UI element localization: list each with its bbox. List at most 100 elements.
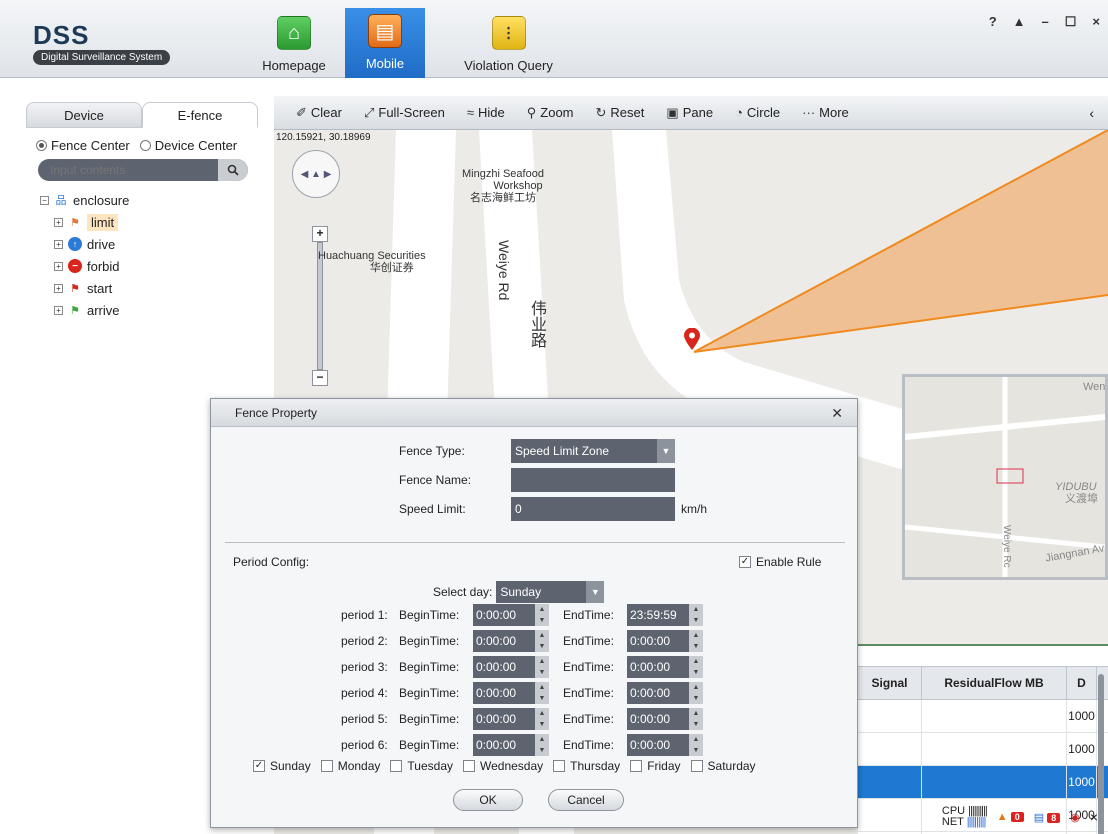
hide-button[interactable]: ≈ Hide <box>467 105 505 120</box>
end-time-field[interactable]: 0:00:00 ▲ ▼ <box>627 734 703 756</box>
tree-item-limit[interactable]: + ⚑ limit <box>40 211 258 233</box>
tree-root[interactable]: − 品 enclosure <box>40 189 258 211</box>
checkbox[interactable] <box>320 760 333 772</box>
spinner-icon[interactable]: ▲ ▼ <box>535 630 549 652</box>
help-button[interactable]: ? <box>989 14 997 30</box>
end-time-field[interactable]: 0:00:00 ▲ ▼ <box>627 708 703 730</box>
overview-map[interactable]: YIDUBU 义渡埠 Jiangnan Ave Wen Weiye Rc <box>902 374 1108 580</box>
module-mobile[interactable]: ▤ Mobile <box>345 8 425 78</box>
spinner-icon[interactable]: ▲ ▼ <box>535 734 549 756</box>
minimize-button[interactable]: – <box>1042 14 1049 30</box>
circle-button[interactable]: ◔ Circle <box>735 105 780 120</box>
radio-fence-center[interactable] <box>36 140 47 151</box>
spinner-icon[interactable]: ▲ ▼ <box>689 734 703 756</box>
collapse-icon[interactable]: − <box>40 195 49 205</box>
col-signal[interactable]: Signal <box>858 667 922 699</box>
fence-type-select[interactable]: Speed Limit Zone ▼ <box>511 439 675 463</box>
tab-e-fence[interactable]: E-fence <box>142 102 258 128</box>
search-input[interactable] <box>38 159 208 181</box>
day-sunday[interactable]: ✓ Sunday <box>253 759 311 773</box>
pane-button[interactable]: ▣ Pane <box>666 105 713 121</box>
spinner-icon[interactable]: ▲ ▼ <box>689 656 703 678</box>
table-row-selected[interactable]: 1000 <box>858 766 1108 799</box>
alarm-button[interactable]: ▲ 0 <box>997 811 1024 823</box>
day-thursday[interactable]: Thursday <box>553 759 620 773</box>
expand-icon[interactable]: + <box>54 305 63 315</box>
pan-control[interactable]: ◀ ▲ ▶ <box>292 150 340 198</box>
day-friday[interactable]: Friday <box>630 759 681 773</box>
fence-tree: − 品 enclosure + ⚑ limit + ↑ drive + − fo… <box>40 189 258 321</box>
begin-time-field[interactable]: 0:00:00 ▲ ▼ <box>473 604 549 626</box>
tree-item-start[interactable]: + ⚑ start <box>40 277 258 299</box>
tree-item-arrive[interactable]: + ⚑ arrive <box>40 299 258 321</box>
checkbox[interactable] <box>690 760 703 772</box>
message-button[interactable]: ▤ 8 <box>1034 811 1061 824</box>
spinner-icon[interactable]: ▲ ▼ <box>689 682 703 704</box>
day-monday[interactable]: Monday <box>320 759 380 773</box>
table-row[interactable]: 1000 <box>858 700 1108 733</box>
begin-time-field[interactable]: 0:00:00 ▲ ▼ <box>473 630 549 652</box>
module-homepage[interactable]: ⌂ Homepage <box>258 10 330 78</box>
end-time-field[interactable]: 0:00:00 ▲ ▼ <box>627 682 703 704</box>
begin-time-field[interactable]: 0:00:00 ▲ ▼ <box>473 656 549 678</box>
close-button[interactable]: × <box>1092 14 1100 30</box>
spinner-icon[interactable]: ▲ ▼ <box>689 630 703 652</box>
checkbox[interactable] <box>553 760 566 772</box>
cell-flow <box>922 766 1067 798</box>
radio-device-center[interactable] <box>139 140 151 151</box>
checkbox[interactable] <box>463 760 475 772</box>
dialog-close-button[interactable]: ✕ <box>831 405 843 422</box>
lock-button[interactable]: ▲ <box>1013 14 1026 30</box>
fence-name-field[interactable] <box>511 468 675 492</box>
zoom-button[interactable]: ⚲ Zoom <box>527 105 574 121</box>
checkbox-checked[interactable]: ✓ <box>739 556 751 568</box>
begin-time-field[interactable]: 0:00:00 ▲ ▼ <box>473 734 549 756</box>
grid-scrollbar[interactable] <box>1098 674 1104 834</box>
end-time-field[interactable]: 23:59:59 ▲ ▼ <box>627 604 703 626</box>
spinner-icon[interactable]: ▲ ▼ <box>535 708 549 730</box>
cancel-button[interactable]: Cancel <box>548 789 624 811</box>
checkbox[interactable] <box>630 760 643 772</box>
day-saturday[interactable]: Saturday <box>690 759 756 773</box>
spinner-icon[interactable]: ▲ ▼ <box>689 604 703 626</box>
ok-button[interactable]: OK <box>453 789 523 811</box>
full-screen-button[interactable]: ⤢ Full-Screen <box>364 105 445 121</box>
day-tuesday[interactable]: Tuesday <box>390 759 453 773</box>
spinner-icon[interactable]: ▲ ▼ <box>535 604 549 626</box>
zoom-in-button[interactable]: + <box>312 226 328 242</box>
sound-button[interactable]: ◉ <box>1070 811 1080 824</box>
status-close-button[interactable]: × <box>1090 809 1098 825</box>
spinner-icon[interactable]: ▲ ▼ <box>535 682 549 704</box>
module-violation-query[interactable]: ⁝ Violation Query <box>451 10 566 78</box>
tree-item-drive[interactable]: + ↑ drive <box>40 233 258 255</box>
reset-button[interactable]: ↻ Reset <box>596 105 645 121</box>
select-day-dropdown[interactable]: Sunday ▼ <box>496 581 605 603</box>
expand-icon[interactable]: + <box>54 239 63 249</box>
collapse-toolbar-icon[interactable]: ‹ <box>1089 105 1094 121</box>
begin-time-field[interactable]: 0:00:00 ▲ ▼ <box>473 682 549 704</box>
enable-rule-checkbox[interactable]: ✓ Enable Rule <box>739 555 821 569</box>
spinner-icon[interactable]: ▲ ▼ <box>535 656 549 678</box>
zoom-out-button[interactable]: − <box>312 370 328 386</box>
day-wednesday[interactable]: Wednesday <box>463 759 543 773</box>
end-time-field[interactable]: 0:00:00 ▲ ▼ <box>627 656 703 678</box>
expand-icon[interactable]: + <box>54 283 63 293</box>
spinner-icon[interactable]: ▲ ▼ <box>689 708 703 730</box>
begin-time-field[interactable]: 0:00:00 ▲ ▼ <box>473 708 549 730</box>
tree-item-forbid[interactable]: + − forbid <box>40 255 258 277</box>
col-d[interactable]: D <box>1067 667 1097 699</box>
maximize-button[interactable]: ☐ <box>1065 14 1077 30</box>
clear-button[interactable]: ✐ Clear <box>296 105 342 121</box>
table-row[interactable]: 1000 <box>858 733 1108 766</box>
more-button[interactable]: ··· More <box>802 105 849 120</box>
checkbox[interactable] <box>390 760 403 772</box>
expand-icon[interactable]: + <box>54 217 63 227</box>
end-time-field[interactable]: 0:00:00 ▲ ▼ <box>627 630 703 652</box>
search-button[interactable] <box>218 159 248 181</box>
cell-signal <box>858 733 922 765</box>
tab-device[interactable]: Device <box>26 102 142 128</box>
checkbox-checked[interactable]: ✓ <box>253 760 265 772</box>
speed-limit-field[interactable]: 0 <box>511 497 675 521</box>
expand-icon[interactable]: + <box>54 261 63 271</box>
col-residual-flow[interactable]: ResidualFlow MB <box>922 667 1067 699</box>
